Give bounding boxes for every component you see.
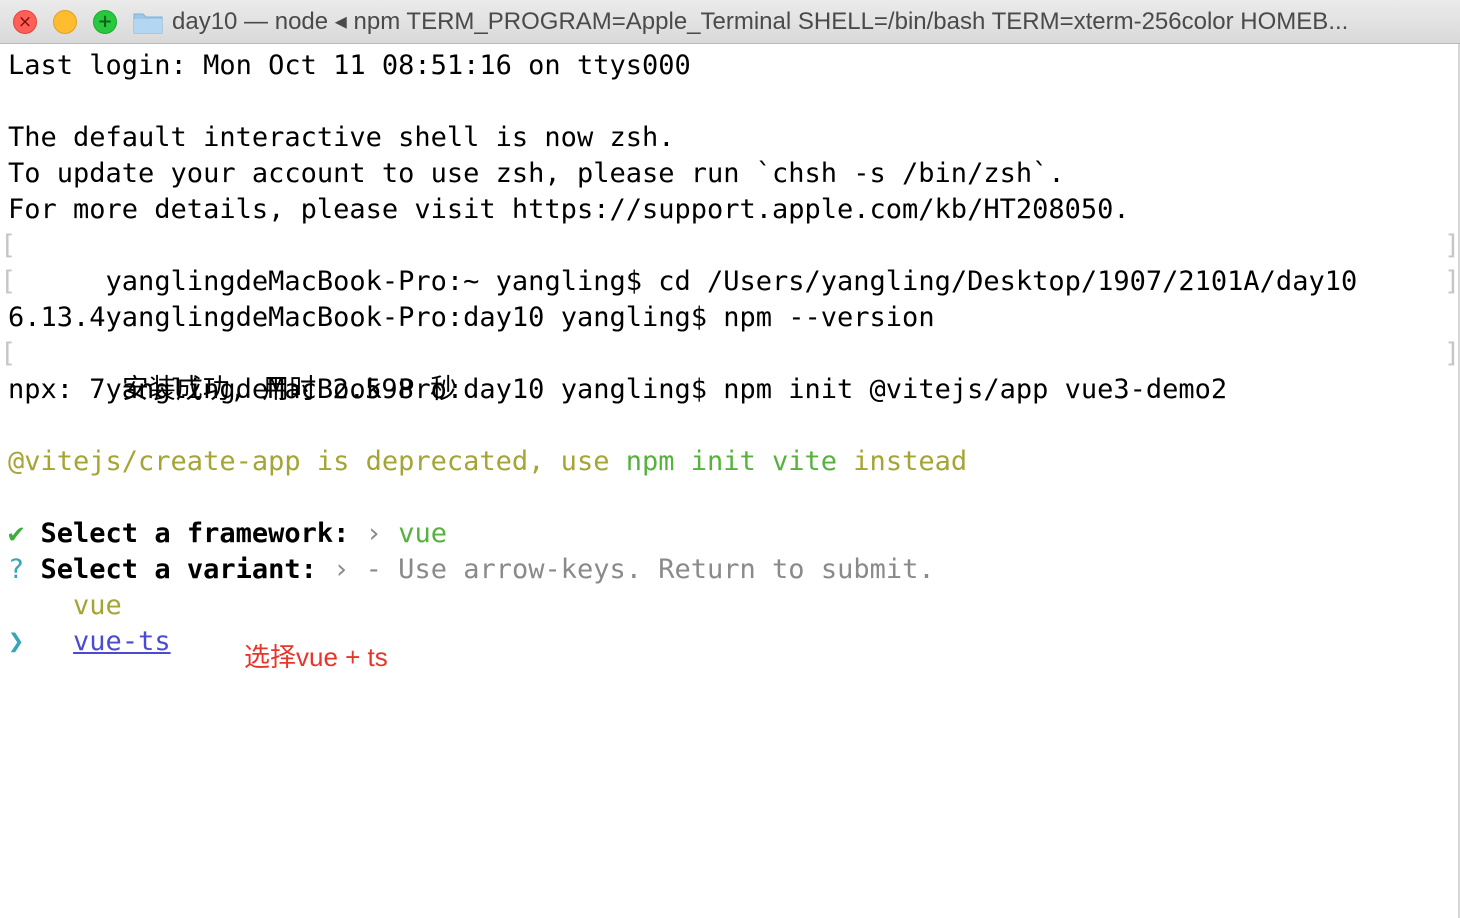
line-mark-icon: [ xyxy=(0,230,17,261)
command-line: [yanglingdeMacBook-Pro:day10 yangling$ n… xyxy=(0,336,1460,405)
command-line: [yanglingdeMacBook-Pro:~ yangling$ cd /U… xyxy=(0,228,1460,297)
framework-label: Select a framework: xyxy=(40,518,350,549)
vite-command-hint: npm init vite xyxy=(625,446,838,477)
minimize-button[interactable] xyxy=(53,10,77,34)
line-mark-icon: ] xyxy=(1444,266,1460,297)
deprecation-text: @vitejs/create-app is deprecated, use xyxy=(8,446,626,477)
terminal-line: Last login: Mon Oct 11 08:51:16 on ttys0… xyxy=(8,50,691,81)
framework-value: vue xyxy=(398,518,447,549)
deprecation-warning: @vitejs/create-app is deprecated, use np… xyxy=(8,444,1448,480)
variant-prompt: ? Select a variant: › - Use arrow-keys. … xyxy=(8,552,1448,588)
selection-cursor-icon: ❯ xyxy=(8,626,25,657)
variant-option-vue-ts[interactable]: ❯ vue-ts xyxy=(8,624,1448,660)
framework-prompt: ✔ Select a framework: › vue xyxy=(8,516,1448,552)
line-mark-icon: ] xyxy=(1444,230,1460,261)
question-icon: ? xyxy=(8,554,25,585)
option-label[interactable]: vue xyxy=(73,590,122,621)
zoom-button[interactable] xyxy=(93,10,117,34)
terminal-line: For more details, please visit https://s… xyxy=(8,194,1130,225)
line-mark-icon: [ xyxy=(0,338,17,369)
variant-option-vue[interactable]: vue xyxy=(8,588,1448,624)
close-button[interactable] xyxy=(13,10,37,34)
terminal-window: day10 — node ◂ npm TERM_PROGRAM=Apple_Te… xyxy=(0,0,1460,918)
window-title: day10 — node ◂ npm TERM_PROGRAM=Apple_Te… xyxy=(172,8,1349,35)
command-line: [yanglingdeMacBook-Pro:day10 yangling$ n… xyxy=(0,264,1460,333)
variant-label: Select a variant: xyxy=(40,554,317,585)
chevron-right-icon: › xyxy=(333,554,350,585)
terminal-content[interactable]: Last login: Mon Oct 11 08:51:16 on ttys0… xyxy=(0,48,1460,660)
terminal-line: 6.13.4 xyxy=(8,302,106,333)
deprecation-text-end: instead xyxy=(837,446,968,477)
checkmark-icon: ✔ xyxy=(8,518,25,549)
terminal-line: The default interactive shell is now zsh… xyxy=(8,122,675,153)
option-label-selected[interactable]: vue-ts xyxy=(73,626,171,657)
line-mark-icon: [ xyxy=(0,266,17,297)
folder-icon xyxy=(133,13,163,34)
terminal-line: To update your account to use zsh, pleas… xyxy=(8,158,1065,189)
variant-hint: - Use arrow-keys. Return to submit. xyxy=(365,554,935,585)
annotation-note: 选择vue + ts xyxy=(244,642,388,672)
chevron-right-icon: › xyxy=(365,518,382,549)
title-bar[interactable]: day10 — node ◂ npm TERM_PROGRAM=Apple_Te… xyxy=(0,0,1460,44)
terminal-line: npx: 7 安装成功, 用时 2.598 秒 xyxy=(8,374,458,405)
line-mark-icon: ] xyxy=(1444,338,1460,369)
